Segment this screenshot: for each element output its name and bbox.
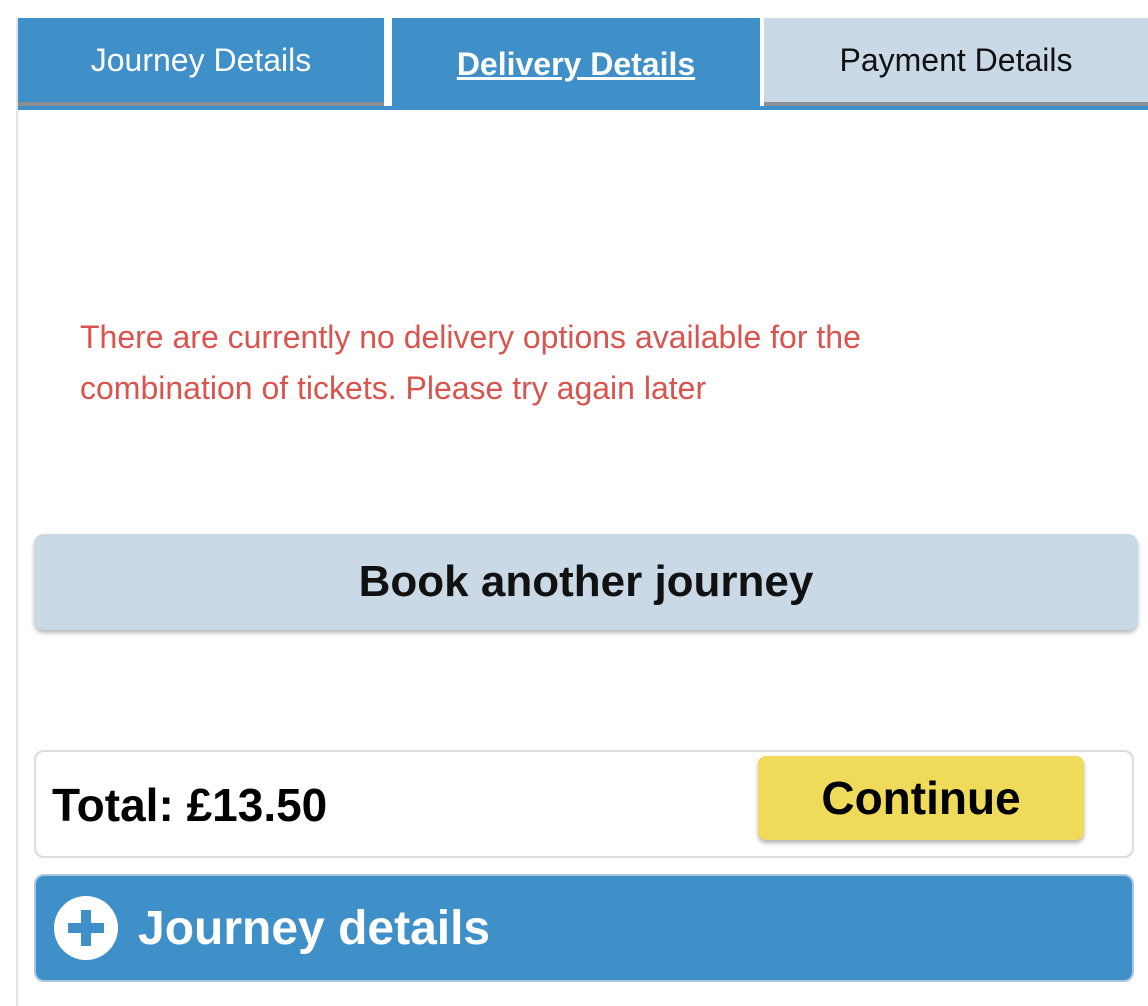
journey-details-accordion[interactable]: Journey details bbox=[34, 874, 1134, 982]
book-another-journey-button[interactable]: Book another journey bbox=[34, 534, 1138, 630]
page-left-border bbox=[16, 18, 18, 1006]
tab-payment-details[interactable]: Payment Details bbox=[764, 18, 1148, 108]
tab-journey-details[interactable]: Journey Details bbox=[18, 18, 384, 108]
journey-details-label: Journey details bbox=[138, 901, 491, 955]
tabs-underline bbox=[18, 106, 1148, 110]
total-summary-box: Total: £13.50 Continue bbox=[34, 750, 1134, 858]
continue-button[interactable]: Continue bbox=[758, 756, 1084, 840]
plus-circle-icon bbox=[54, 896, 118, 960]
delivery-error-message: There are currently no delivery options … bbox=[80, 319, 861, 406]
total-price: Total: £13.50 bbox=[52, 779, 328, 831]
tab-delivery-details[interactable]: Delivery Details bbox=[392, 18, 760, 110]
checkout-steps-tabs: Journey Details Delivery Details Payment… bbox=[18, 18, 1148, 110]
